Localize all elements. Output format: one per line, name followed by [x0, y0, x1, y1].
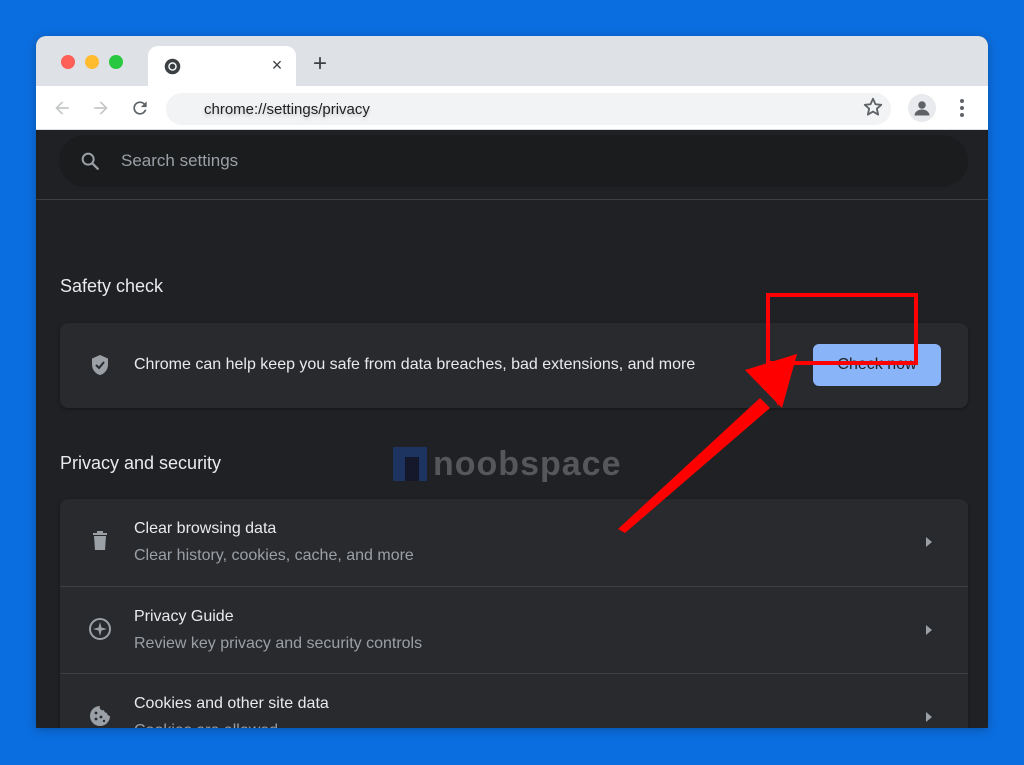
row-subtitle: Cookies are allowed [134, 722, 278, 728]
list-item-cookies[interactable]: Cookies and other site data Cookies are … [60, 673, 968, 728]
close-tab-icon[interactable]: × [266, 54, 288, 76]
safety-check-card: Chrome can help keep you safe from data … [60, 323, 968, 408]
browser-toolbar: chrome://settings/privacy [36, 86, 988, 130]
watermark: noobspace [393, 444, 622, 483]
privacy-security-card: Clear browsing data Clear history, cooki… [60, 499, 968, 728]
row-title: Clear browsing data [134, 520, 277, 537]
chevron-right-icon [926, 712, 932, 722]
list-item-clear-browsing-data[interactable]: Clear browsing data Clear history, cooki… [60, 499, 968, 586]
settings-page: Safety check Chrome can help keep you sa… [36, 130, 988, 728]
search-box[interactable] [59, 135, 968, 187]
back-button[interactable] [50, 96, 74, 120]
address-text[interactable]: chrome://settings/privacy [204, 101, 370, 118]
minimize-window-button[interactable] [85, 55, 99, 69]
safety-check-description: Chrome can help keep you safe from data … [134, 356, 696, 373]
chevron-right-icon [926, 537, 932, 547]
watermark-logo-icon [393, 447, 427, 481]
safety-check-heading: Safety check [60, 276, 164, 296]
row-subtitle: Clear history, cookies, cache, and more [134, 547, 414, 564]
search-icon [81, 152, 99, 170]
compass-icon [89, 618, 111, 640]
close-window-button[interactable] [61, 55, 75, 69]
star-icon [863, 97, 883, 116]
new-tab-button[interactable]: + [308, 52, 332, 76]
reload-icon [133, 101, 147, 115]
profile-icon [914, 101, 930, 116]
search-header [36, 130, 988, 200]
tab-settings[interactable]: × [148, 46, 296, 86]
row-subtitle: Review key privacy and security controls [134, 635, 423, 652]
row-title: Privacy Guide [134, 608, 234, 625]
chevron-right-icon [926, 625, 932, 635]
browser-window: × + chrome://settings/privacy Search set… [36, 36, 988, 728]
list-item-privacy-guide[interactable]: Privacy Guide Review key privacy and sec… [60, 586, 968, 673]
watermark-text: noobspace [433, 444, 622, 483]
reload-button[interactable] [128, 96, 152, 120]
forward-button[interactable] [89, 96, 113, 120]
search-input[interactable] [121, 149, 721, 173]
kebab-menu-icon [960, 99, 964, 117]
address-bar[interactable]: chrome://settings/privacy [166, 93, 891, 125]
profile-button[interactable] [908, 94, 936, 122]
forward-icon [94, 101, 108, 115]
back-icon [55, 101, 69, 115]
bookmark-button[interactable] [862, 96, 886, 120]
privacy-security-heading: Privacy and security [60, 453, 222, 473]
chrome-icon [164, 58, 181, 75]
cookie-icon [90, 706, 110, 726]
check-now-button[interactable]: Check now [813, 344, 941, 386]
maximize-window-button[interactable] [109, 55, 123, 69]
tab-strip: × + [36, 36, 988, 86]
kebab-menu-button[interactable] [952, 96, 972, 120]
row-title: Cookies and other site data [134, 695, 329, 712]
trash-icon [93, 531, 107, 550]
shield-check-icon [92, 355, 108, 375]
